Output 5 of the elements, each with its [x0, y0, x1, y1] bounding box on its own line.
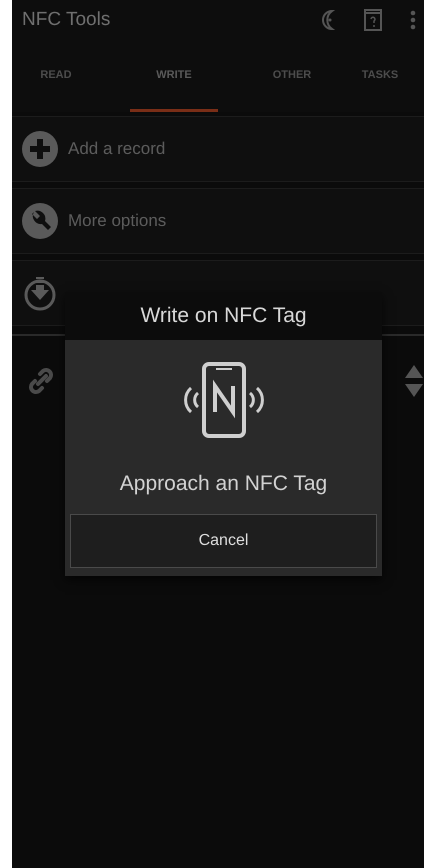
dialog-title: Write on NFC Tag	[65, 292, 382, 340]
action-label: Add a record	[68, 139, 166, 159]
dialog-message: Approach an NFC Tag	[120, 472, 328, 496]
action-label: More options	[68, 211, 166, 231]
app-title: NFC Tools	[22, 9, 112, 31]
